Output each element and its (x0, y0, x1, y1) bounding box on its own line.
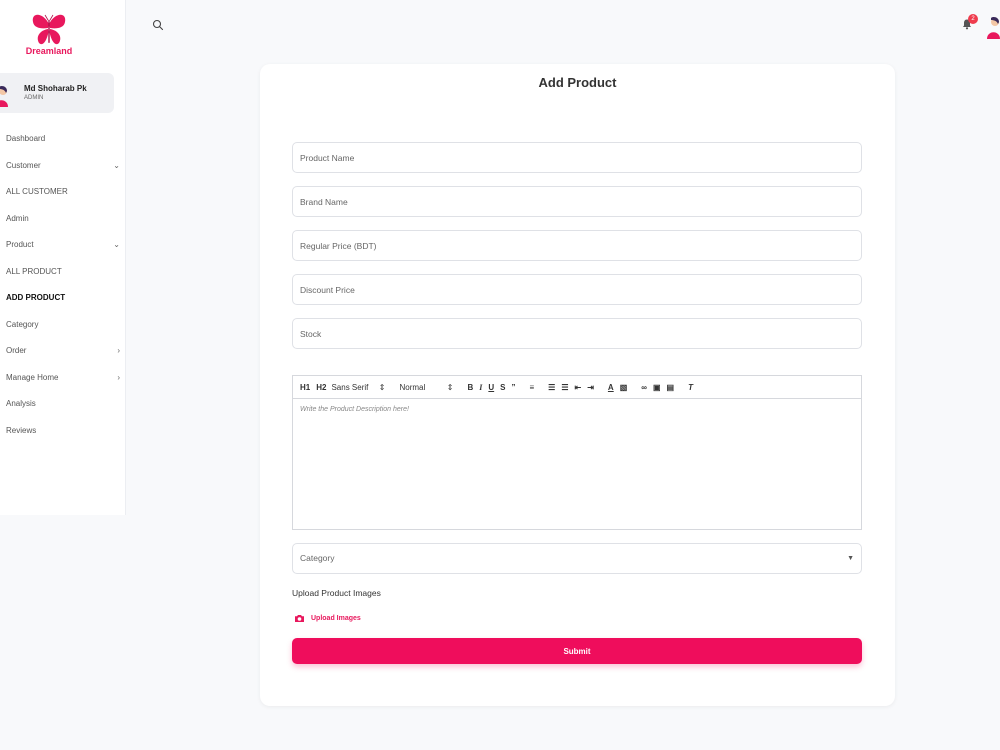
sidebar-item-all-product[interactable]: ALL PRODUCT (0, 259, 126, 286)
sidebar-nav: Dashboard Customer ⌄ ALL CUSTOMER Admin P… (0, 126, 126, 444)
stock-input[interactable] (292, 318, 862, 349)
sidebar-item-label: Analysis (6, 399, 36, 408)
chevron-down-icon: ⌄ (113, 160, 120, 170)
sidebar-item-analysis[interactable]: Analysis (0, 391, 126, 418)
avatar (0, 86, 8, 107)
brand-name: Dreamland (25, 46, 73, 56)
sidebar-item-label: ALL CUSTOMER (6, 187, 68, 196)
category-select[interactable]: Category ▼ (292, 543, 862, 574)
caret-down-icon: ▼ (847, 555, 854, 562)
sidebar-item-dashboard[interactable]: Dashboard (0, 126, 126, 153)
blockquote-icon[interactable]: ” (512, 383, 516, 392)
upload-images-text: Upload Images (311, 615, 361, 622)
page-title: Add Product (538, 75, 617, 90)
sidebar-item-order[interactable]: Order › (0, 338, 126, 365)
editor-content[interactable]: Write the Product Description here! (293, 399, 861, 420)
butterfly-icon (32, 14, 66, 45)
sidebar-item-label: Dashboard (6, 134, 46, 143)
add-product-card: Add Product H1 H2 Sans Serif⇕ Normal⇕ B … (260, 64, 895, 706)
sidebar-item-label: Order (6, 346, 27, 355)
search-icon[interactable] (152, 19, 164, 31)
editor-toolbar: H1 H2 Sans Serif ⇕ Normal ⇕ B I U S ” ≡ ☰ … (293, 376, 861, 399)
strikethrough-icon[interactable]: S (500, 383, 505, 392)
user-card[interactable]: Md Shoharab Pk ADMIN (0, 73, 114, 113)
sidebar-item-label: Category (6, 319, 39, 329)
size-select[interactable]: Normal ⇕ (399, 383, 453, 392)
ordered-list-icon[interactable]: ☰ (548, 383, 555, 392)
product-name-input[interactable] (292, 142, 862, 173)
font-select-value: Sans Serif (331, 382, 369, 392)
user-role: ADMIN (24, 95, 44, 101)
upload-images-button[interactable]: Upload Images (294, 614, 361, 623)
link-icon[interactable]: ∞ (641, 383, 647, 392)
chevron-down-icon: ⌄ (113, 240, 120, 249)
align-icon[interactable]: ≡ (530, 383, 535, 392)
underline-icon[interactable]: U (488, 383, 494, 392)
sidebar-item-label: Product (6, 240, 34, 249)
indent-increase-icon[interactable]: ⇥ (587, 383, 594, 392)
video-icon[interactable]: ▤ (667, 383, 675, 392)
heading2-button[interactable]: H2 (316, 383, 326, 392)
sidebar-item-label: Admin (6, 213, 29, 223)
sidebar-item-category[interactable]: Category (0, 312, 126, 339)
text-color-icon[interactable]: A (608, 383, 614, 392)
select-arrows-icon: ⇕ (446, 382, 454, 392)
bullet-list-icon[interactable]: ☰ (561, 383, 568, 392)
background-color-icon[interactable]: ▧ (620, 383, 628, 392)
image-icon[interactable]: ▣ (653, 383, 661, 392)
sidebar-item-add-product[interactable]: ADD PRODUCT (0, 285, 126, 312)
user-name: Md Shoharab Pk (24, 84, 87, 93)
category-select-value: Category (300, 553, 335, 563)
chevron-right-icon: › (117, 346, 120, 355)
sidebar-item-customer[interactable]: Customer ⌄ (0, 153, 126, 180)
sidebar: Dreamland Md Shoharab Pk ADMIN Dashboard… (0, 0, 126, 515)
sidebar-item-admin[interactable]: Admin (0, 206, 126, 233)
sidebar-item-label: Reviews (6, 425, 37, 435)
discount-price-input[interactable] (292, 274, 862, 305)
brand-logo[interactable]: Dreamland (24, 12, 74, 60)
size-select-value: Normal (399, 382, 426, 392)
camera-icon (295, 615, 304, 622)
description-editor: H1 H2 Sans Serif ⇕ Normal ⇕ B I U S ” ≡ ☰ … (292, 375, 862, 530)
sidebar-item-all-customer[interactable]: ALL CUSTOMER (0, 179, 126, 206)
sidebar-item-label: ADD PRODUCT (6, 293, 66, 302)
indent-decrease-icon[interactable]: ⇤ (575, 383, 582, 392)
sidebar-item-reviews[interactable]: Reviews (0, 418, 126, 445)
sidebar-item-label: Customer (6, 160, 41, 170)
bold-icon[interactable]: B (467, 383, 473, 392)
sidebar-item-label: Manage Home (6, 372, 59, 382)
chevron-right-icon: › (117, 372, 120, 382)
heading1-button[interactable]: H1 (300, 383, 310, 392)
select-arrows-icon: ⇕ (378, 382, 386, 392)
sidebar-item-label: ALL PRODUCT (6, 266, 62, 276)
submit-button[interactable]: Submit (292, 638, 862, 664)
sidebar-item-product[interactable]: Product ⌄ (0, 232, 126, 259)
regular-price-input[interactable] (292, 230, 862, 261)
brand-name-input[interactable] (292, 186, 862, 217)
sidebar-item-manage-home[interactable]: Manage Home › (0, 365, 126, 392)
upload-images-label: Upload Product Images (292, 588, 381, 598)
notification-badge: 2 (968, 14, 978, 24)
font-select[interactable]: Sans Serif ⇕ (331, 383, 385, 392)
italic-icon[interactable]: I (479, 383, 482, 392)
clear-format-icon[interactable]: T (688, 383, 693, 392)
avatar[interactable] (985, 15, 1000, 39)
